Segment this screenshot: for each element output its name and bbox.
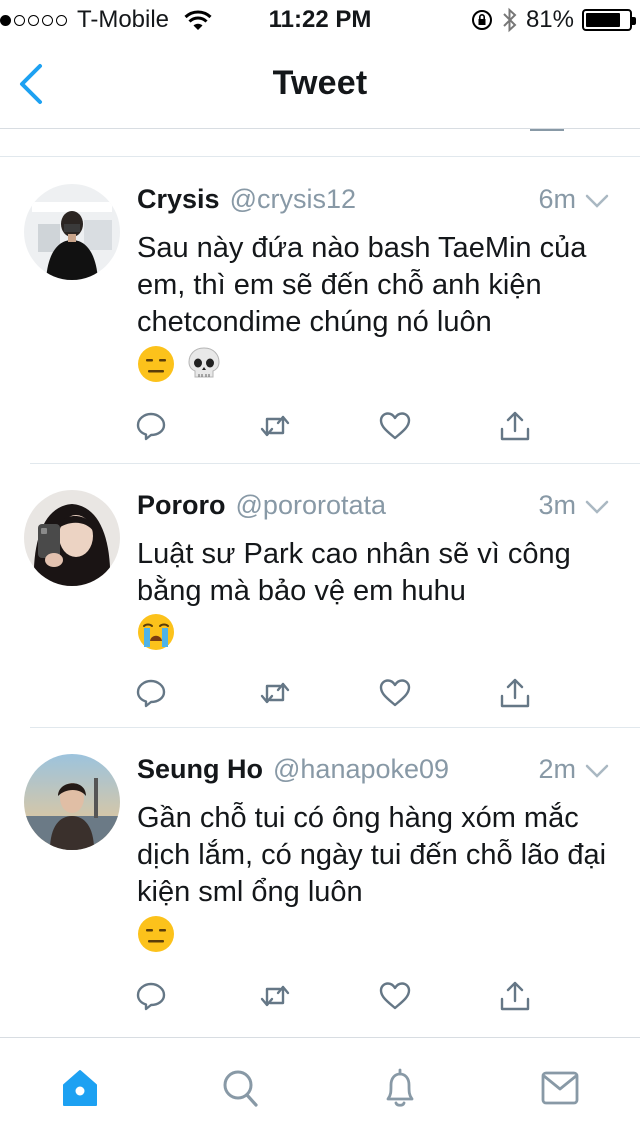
tweet-emojis bbox=[137, 613, 175, 651]
home-icon[interactable] bbox=[60, 1066, 100, 1110]
status-right: 81% bbox=[470, 6, 636, 34]
reply-icon[interactable] bbox=[134, 676, 168, 710]
share-icon[interactable] bbox=[498, 409, 532, 443]
reply-icon[interactable] bbox=[134, 979, 168, 1013]
bluetooth-icon bbox=[503, 7, 517, 33]
battery-percent: 81% bbox=[525, 6, 574, 33]
expressionless-face-emoji bbox=[138, 346, 174, 382]
tweet-header: Crysis @crysis12 6m bbox=[137, 184, 610, 218]
chevron-down-icon[interactable] bbox=[584, 192, 610, 210]
share-icon[interactable] bbox=[498, 979, 532, 1013]
tweet-text: Sau này đứa nào bash TaeMin của em, thì … bbox=[137, 232, 587, 338]
tweet-actions bbox=[134, 676, 534, 712]
tweet-text: Gần chỗ tui có ông hàng xóm mắc dịch lắm… bbox=[137, 802, 607, 908]
tweet-3[interactable]: Seung Ho @hanapoke09 2m Gần chỗ tui có ô… bbox=[0, 728, 640, 1036]
tweet-actions bbox=[134, 979, 534, 1015]
tweet-actions bbox=[134, 409, 534, 445]
search-icon[interactable] bbox=[220, 1066, 260, 1110]
status-bar: T-Mobile 11:22 PM 81% bbox=[0, 0, 640, 40]
rotation-lock-icon bbox=[471, 10, 492, 30]
reply-icon[interactable] bbox=[134, 409, 168, 443]
skull-emoji bbox=[188, 347, 220, 378]
tweet-2[interactable]: Pororo @pororotata 3m Luật sư Park cao n… bbox=[0, 464, 640, 728]
author-handle[interactable]: @pororotata bbox=[236, 490, 539, 521]
retweet-icon[interactable] bbox=[258, 409, 292, 443]
retweet-icon[interactable] bbox=[258, 676, 292, 710]
page-title: Tweet bbox=[272, 64, 368, 102]
author-name[interactable]: Seung Ho bbox=[137, 754, 263, 785]
tweet-time: 3m bbox=[538, 490, 576, 520]
tweet-header: Pororo @pororotata 3m bbox=[137, 490, 610, 524]
user-avatar-image bbox=[24, 490, 120, 586]
tweet-1[interactable]: Crysis @crysis12 6m Sau này đứa nào bash… bbox=[0, 158, 640, 464]
navigation-bar: Tweet bbox=[0, 40, 640, 129]
tweet-header: Seung Ho @hanapoke09 2m bbox=[137, 754, 610, 788]
retweet-icon[interactable] bbox=[258, 979, 292, 1013]
notifications-icon[interactable] bbox=[380, 1066, 420, 1110]
tweet-time: 6m bbox=[538, 184, 576, 214]
previous-content-edge bbox=[0, 129, 640, 157]
battery-icon bbox=[582, 9, 636, 31]
user-avatar-image bbox=[24, 754, 120, 850]
avatar[interactable] bbox=[24, 490, 120, 586]
tweet-time: 2m bbox=[538, 754, 576, 784]
author-handle[interactable]: @crysis12 bbox=[230, 184, 539, 215]
avatar[interactable] bbox=[24, 754, 120, 850]
tweet-emojis bbox=[137, 345, 223, 383]
loudly-crying-face-emoji bbox=[138, 614, 174, 650]
battery-level bbox=[586, 13, 621, 27]
chevron-down-icon[interactable] bbox=[584, 762, 610, 780]
expressionless-face-emoji bbox=[138, 916, 174, 952]
share-icon[interactable] bbox=[498, 676, 532, 710]
like-icon[interactable] bbox=[378, 409, 412, 443]
chevron-down-icon[interactable] bbox=[584, 498, 610, 516]
like-icon[interactable] bbox=[378, 979, 412, 1013]
user-avatar-image bbox=[24, 184, 120, 280]
author-name[interactable]: Crysis bbox=[137, 184, 220, 215]
tweet-emojis bbox=[137, 915, 175, 953]
author-handle[interactable]: @hanapoke09 bbox=[273, 754, 538, 785]
avatar[interactable] bbox=[24, 184, 120, 280]
tweet-text: Luật sư Park cao nhân sẽ vì công bằng mà… bbox=[137, 538, 571, 607]
tab-bar bbox=[0, 1037, 640, 1136]
messages-icon[interactable] bbox=[540, 1066, 580, 1110]
author-name[interactable]: Pororo bbox=[137, 490, 226, 521]
like-icon[interactable] bbox=[378, 676, 412, 710]
